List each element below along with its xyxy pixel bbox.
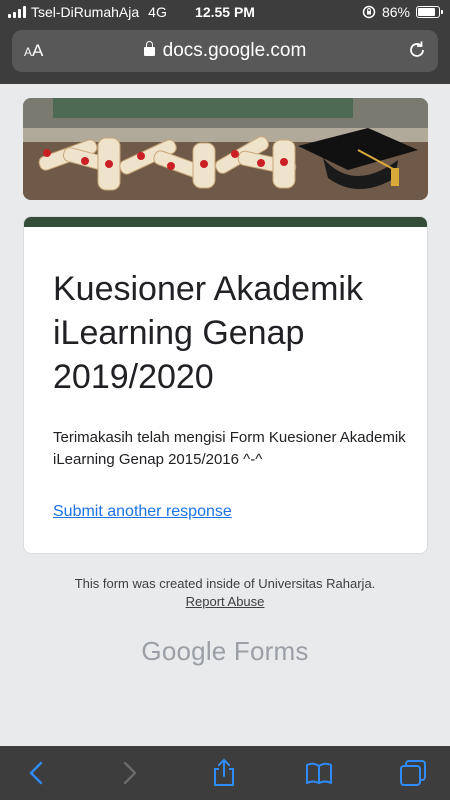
confirmation-card: Kuesioner Akademik iLearning Genap 2019/…	[23, 216, 428, 554]
status-right: 86%	[362, 4, 443, 20]
report-abuse-link[interactable]: Report Abuse	[186, 594, 265, 609]
status-bar: Tsel-DiRumahAja 4G 12.55 PM 86%	[0, 0, 450, 26]
form-title: Kuesioner Akademik iLearning Genap 2019/…	[53, 270, 363, 396]
bookmarks-icon[interactable]	[304, 758, 334, 788]
battery-percent: 86%	[381, 4, 410, 20]
google-forms-logo[interactable]: Google Forms	[0, 636, 450, 667]
url-display[interactable]: docs.google.com	[12, 40, 438, 62]
forward-icon[interactable]	[114, 758, 144, 788]
form-accent-bar	[24, 217, 427, 227]
share-icon[interactable]	[209, 758, 239, 788]
orientation-lock-icon	[362, 5, 376, 19]
confirmation-message: Terimakasih telah mengisi Form Kuesioner…	[53, 429, 406, 468]
report-abuse-row: Report Abuse	[0, 594, 450, 609]
url-text: docs.google.com	[162, 40, 307, 61]
battery-icon	[416, 6, 443, 18]
form-created-notice: This form was created inside of Universi…	[74, 576, 376, 591]
tabs-icon[interactable]	[398, 758, 428, 788]
lock-icon	[143, 41, 155, 56]
reload-icon[interactable]	[406, 39, 428, 61]
google-brand-text: Google	[141, 636, 227, 666]
submit-another-response-link[interactable]: Submit another response	[53, 503, 232, 521]
forms-brand-text: Forms	[233, 636, 309, 666]
address-bar[interactable]: AA docs.google.com	[12, 30, 438, 72]
browser-chrome: Tsel-DiRumahAja 4G 12.55 PM 86% AA docs.…	[0, 0, 450, 84]
browser-toolbar	[0, 746, 450, 800]
form-header-image	[23, 98, 428, 200]
back-icon[interactable]	[22, 758, 52, 788]
battery-fill	[418, 8, 436, 16]
